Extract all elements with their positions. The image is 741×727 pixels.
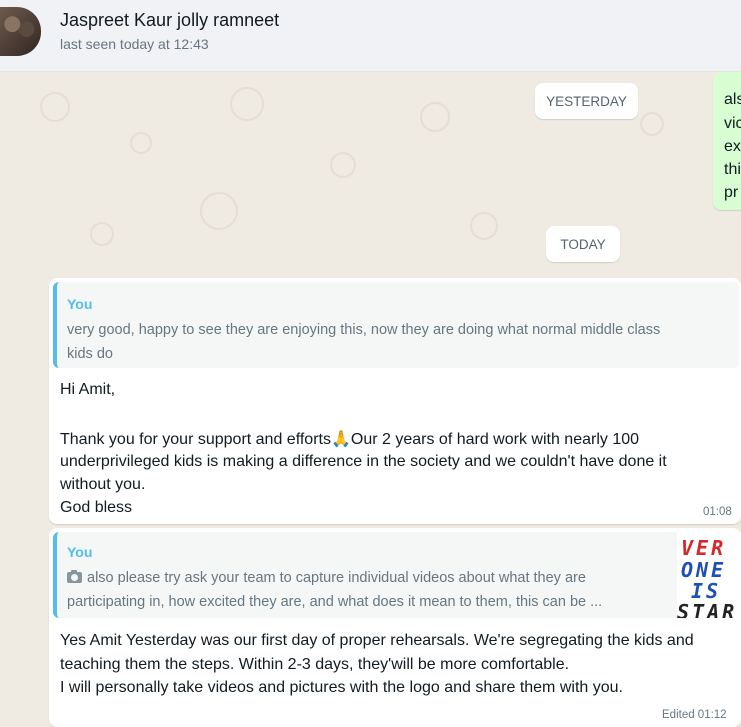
message-text-line: ex [724, 138, 741, 155]
message-text-segment: Our 2 years of hard work with nearly 100 [350, 431, 640, 448]
quoted-text-line: also please try ask your team to capture… [67, 570, 586, 586]
wallpaper-doodle [40, 92, 70, 122]
quoted-author: You [67, 544, 93, 560]
message-text-line: underprivileged kids is making a differe… [60, 453, 667, 470]
message-text-line: God bless [60, 499, 133, 516]
camera-icon [67, 570, 82, 583]
wallpaper-doodle [640, 112, 664, 136]
wallpaper-doodle [230, 87, 264, 121]
quoted-text-line: very good, happy to see they are enjoyin… [67, 322, 661, 338]
last-seen-status: last seen today at 12:43 [60, 36, 209, 52]
incoming-message-bubble[interactable]: You very good, happy to see they are enj… [49, 278, 741, 524]
message-text-line: vic [724, 115, 741, 132]
quoted-message[interactable]: You also please try ask your team to cap… [53, 532, 741, 618]
wallpaper-doodle [200, 192, 238, 230]
thumbnail-text-line: STAR [677, 600, 738, 618]
contact-avatar[interactable] [0, 7, 41, 56]
wallpaper-doodle [90, 222, 114, 246]
quoted-text-segment: also please try ask your team to capture… [87, 570, 586, 586]
thumbnail-text-line: VER [681, 536, 727, 560]
message-text-line: I will personally take videos and pictur… [60, 679, 623, 696]
chat-header[interactable]: Jaspreet Kaur jolly ramneet last seen to… [0, 0, 741, 72]
quoted-message[interactable]: You very good, happy to see they are enj… [53, 282, 739, 368]
folded-hands-emoji-icon: 🙏 [330, 431, 351, 448]
date-separator-today: TODAY [546, 226, 620, 262]
incoming-message-bubble[interactable]: You also please try ask your team to cap… [49, 528, 741, 727]
quoted-text-line: participating in, how excited they are, … [67, 594, 603, 610]
outgoing-message-bubble[interactable]: als vic ex thi pr [713, 72, 741, 210]
message-text-line: Yes Amit Yesterday was our first day of … [60, 632, 694, 649]
message-text-line: teaching them the steps. Within 2-3 days… [60, 656, 570, 673]
message-timestamp: 01:08 [703, 506, 732, 518]
wallpaper-doodle [470, 212, 498, 240]
message-list[interactable]: als vic ex thi pr YESTERDAY TODAY You ve… [0, 72, 741, 727]
wallpaper-doodle [130, 132, 152, 154]
message-text-segment: Thank you for your support and efforts [60, 431, 331, 448]
date-separator-yesterday: YESTERDAY [535, 83, 638, 119]
quoted-author: You [67, 296, 93, 312]
message-text-line: Hi Amit, [60, 381, 116, 398]
quoted-text-line: kids do [67, 346, 113, 362]
wallpaper-doodle [420, 102, 450, 132]
wallpaper-doodle [330, 152, 356, 178]
contact-name[interactable]: Jaspreet Kaur jolly ramneet [60, 10, 279, 31]
message-text-line: als [724, 91, 741, 108]
message-text-line: thi [724, 161, 741, 178]
message-text-line: without you. [60, 476, 146, 493]
message-text-line: Thank you for your support and efforts🙏O… [60, 429, 639, 449]
message-timestamp: Edited 01:12 [662, 709, 727, 721]
quoted-media-thumbnail: VER ONE IS STAR [677, 532, 741, 618]
message-text-line: pr [724, 184, 739, 201]
